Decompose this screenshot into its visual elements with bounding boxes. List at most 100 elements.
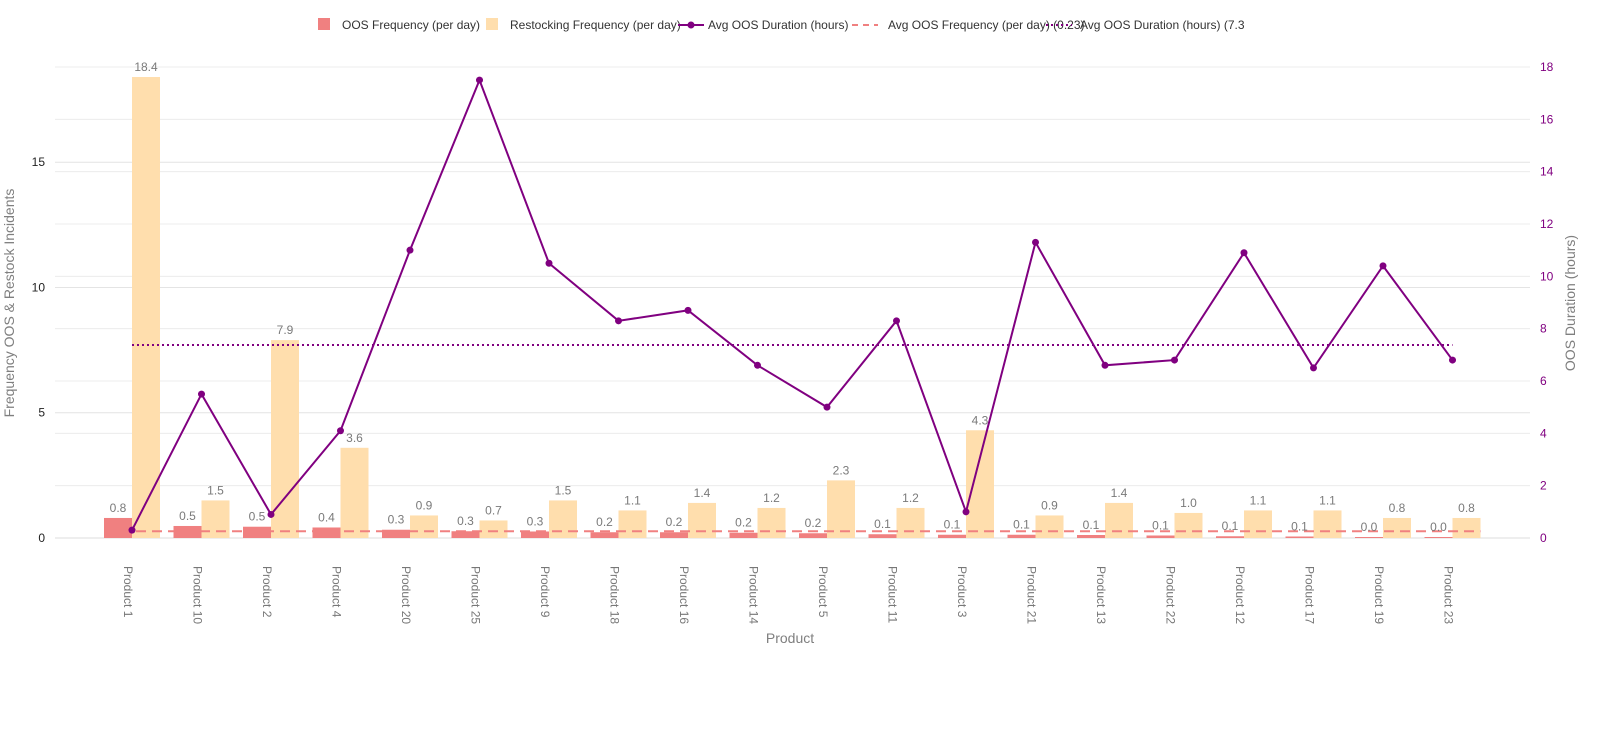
bar-oos-frequency — [799, 533, 827, 538]
bar-oos-frequency — [1424, 536, 1453, 538]
bar-restocking-frequency — [896, 507, 925, 538]
bar-oos-frequency — [1146, 535, 1175, 538]
y-tick-label: 15 — [32, 155, 46, 169]
bar-oos-frequency — [1285, 536, 1314, 538]
y2-tick-label: 16 — [1540, 112, 1554, 126]
avg-oos-duration-point — [615, 317, 622, 325]
bar-oos-frequency — [104, 517, 132, 538]
avg-oos-duration-point — [198, 390, 205, 398]
bar-restocking-frequency — [201, 500, 230, 538]
bar-restocking-frequency — [966, 430, 994, 538]
data-label-oos: 0.1 — [1083, 518, 1100, 532]
avg-oos-duration-point — [337, 427, 344, 435]
x-tick-label: Product 16 — [677, 566, 691, 624]
bar-oos-frequency — [729, 532, 758, 538]
y2-axis-title: OOS Duration (hours) — [1562, 235, 1578, 371]
bars-layer — [104, 77, 1481, 539]
bar-restocking-frequency — [827, 480, 855, 538]
bar-restocking-frequency — [479, 520, 508, 538]
legend-label-avg_dur: Avg OOS Duration (hours) (7.3 — [1080, 18, 1245, 32]
avg-oos-duration-point — [1310, 364, 1317, 372]
y2-tick-label: 12 — [1540, 217, 1554, 231]
x-tick-label: Product 3 — [955, 566, 969, 618]
legend-label-oos: OOS Frequency (per day) — [342, 18, 480, 32]
data-label-restock: 1.1 — [1319, 493, 1336, 507]
y-tick-label: 0 — [38, 531, 45, 545]
data-label-oos: 0.0 — [1361, 520, 1378, 534]
legend: OOS Frequency (per day) Restocking Freque… — [318, 18, 1245, 32]
data-label-restock: 1.2 — [763, 491, 780, 505]
x-tick-label: Product 10 — [191, 566, 205, 624]
data-label-restock: 1.1 — [1250, 493, 1267, 507]
legend-label-duration: Avg OOS Duration (hours) — [708, 18, 849, 32]
data-label-restock: 0.7 — [485, 503, 502, 517]
avg-oos-duration-point — [1449, 356, 1456, 364]
y2-tick-label: 4 — [1540, 426, 1547, 440]
bar-oos-frequency — [660, 532, 688, 538]
data-label-restock: 2.3 — [833, 463, 850, 477]
avg-oos-duration-point — [1171, 356, 1178, 364]
avg-oos-duration-point — [962, 508, 970, 516]
bar-restocking-frequency — [618, 510, 647, 538]
data-label-oos: 0.5 — [179, 509, 196, 523]
y2-tick-label: 14 — [1540, 165, 1554, 179]
legend-label-avg_oos: Avg OOS Frequency (per day) (0.23) — [888, 18, 1085, 32]
bar-oos-frequency — [868, 534, 897, 538]
avg-oos-duration-series — [131, 77, 1454, 531]
bar-restocking-frequency — [132, 77, 160, 539]
avg-oos-duration-point — [1379, 262, 1387, 270]
data-label-restock: 1.0 — [1180, 496, 1197, 510]
x-tick-label: Product 9 — [538, 566, 552, 618]
y2-tick-label: 0 — [1540, 531, 1547, 545]
avg-oos-duration-point — [893, 317, 900, 325]
data-label-restock: 1.2 — [902, 491, 919, 505]
data-label-oos: 0.8 — [110, 501, 127, 515]
data-label-oos: 0.2 — [596, 515, 613, 529]
data-label-restock: 4.3 — [972, 413, 989, 427]
data-label-oos: 0.1 — [1291, 519, 1308, 533]
data-label-oos: 0.3 — [388, 513, 405, 527]
legend-swatch-oos — [318, 18, 330, 30]
x-tick-label: Product 20 — [399, 566, 413, 624]
bar-oos-frequency — [1216, 536, 1244, 538]
bar-oos-frequency — [312, 527, 341, 538]
data-label-oos: 0.2 — [666, 515, 683, 529]
data-label-restock: 1.5 — [555, 483, 572, 497]
x-axis-ticks: Product 1 Product 10 Product 2 Product 4 Pro… — [121, 566, 1456, 624]
bar-oos-frequency — [451, 531, 480, 538]
data-label-restock: 0.9 — [416, 498, 433, 512]
legend-label-restock: Restocking Frequency (per day) — [510, 18, 681, 32]
data-label-oos: 0.1 — [874, 517, 891, 531]
data-label-restock: 7.9 — [277, 323, 294, 337]
y2-tick-label: 18 — [1540, 60, 1554, 74]
data-label-restock: 1.5 — [207, 483, 224, 497]
avg-oos-duration-point — [545, 259, 553, 267]
data-label-oos: 0.1 — [1013, 518, 1030, 532]
bar-oos-frequency — [1077, 534, 1105, 538]
data-label-oos: 0.1 — [944, 518, 961, 532]
data-label-oos: 0.5 — [249, 510, 266, 524]
x-tick-label: Product 13 — [1094, 566, 1108, 624]
bar-oos-frequency — [1355, 536, 1383, 538]
x-tick-label: Product 5 — [816, 566, 830, 618]
avg-oos-duration-point — [128, 526, 136, 534]
bar-restocking-frequency — [1035, 515, 1064, 538]
x-tick-label: Product 21 — [1025, 566, 1039, 624]
bar-restocking-frequency — [1313, 510, 1342, 538]
data-label-restock: 18.4 — [134, 60, 158, 74]
x-tick-label: Product 2 — [260, 566, 274, 618]
bar-restocking-frequency — [1383, 517, 1411, 538]
y2-tick-label: 6 — [1540, 374, 1547, 388]
avg-oos-duration-point — [476, 76, 483, 84]
x-axis-title: Product — [766, 630, 814, 646]
x-tick-label: Product 14 — [747, 566, 761, 624]
y-axis-ticks: 0 5 10 15 — [32, 155, 46, 545]
avg-oos-duration-point — [1240, 249, 1248, 257]
data-label-restock: 3.6 — [346, 431, 363, 445]
bar-oos-frequency — [1007, 534, 1036, 538]
bar-oos-frequency — [521, 531, 549, 538]
x-tick-label: Product 11 — [886, 566, 900, 623]
y2-tick-label: 2 — [1540, 479, 1547, 493]
data-label-restock: 1.4 — [1111, 486, 1128, 500]
data-label-restock: 1.4 — [694, 486, 711, 500]
